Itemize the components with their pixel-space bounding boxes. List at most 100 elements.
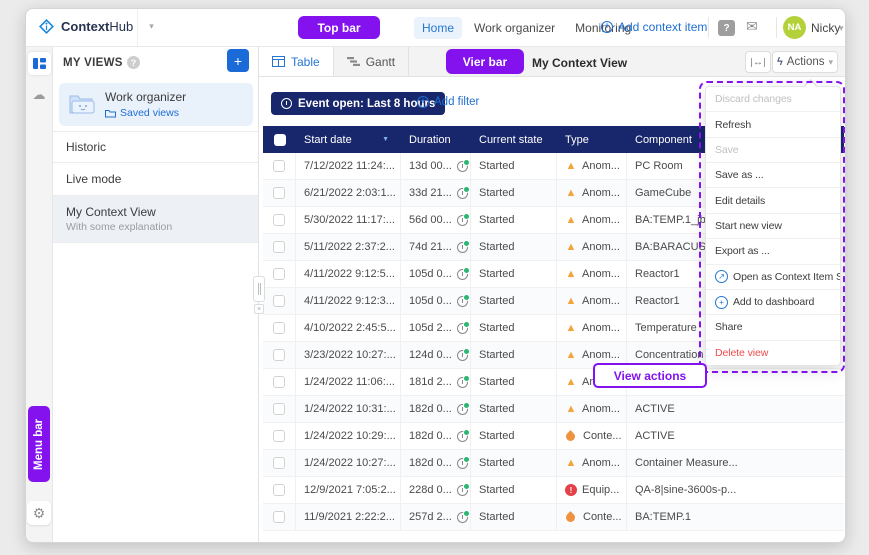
add-filter-button[interactable]: + Add filter xyxy=(417,96,479,108)
row-checkbox[interactable] xyxy=(273,295,285,307)
cell-duration: 56d 00... xyxy=(409,214,452,226)
row-checkbox[interactable] xyxy=(273,457,285,469)
cell-duration: 181d 2... xyxy=(409,376,452,388)
cloud-upload-button[interactable]: ☁ xyxy=(26,87,52,103)
folder-icon xyxy=(105,109,116,118)
cell-type: Anom... xyxy=(582,457,620,469)
fit-width-icon: ↔ xyxy=(751,58,765,67)
row-checkbox[interactable] xyxy=(273,187,285,199)
cell-type: Conte... xyxy=(583,511,622,523)
cell-type: Anom... xyxy=(582,160,620,172)
select-all-checkbox[interactable] xyxy=(274,134,286,146)
tab-label: Table xyxy=(291,55,320,69)
menu-item-open-as-context-item-search[interactable]: ↗ Open as Context Item Search xyxy=(706,265,840,290)
cell-type: Anom... xyxy=(582,322,620,334)
nav-item-home[interactable]: Home xyxy=(414,17,462,39)
saved-views-link[interactable]: Saved views xyxy=(105,107,179,119)
table-row[interactable]: 11/9/2021 2:22:2... 257d 2... Started Co… xyxy=(263,504,844,531)
menu-item-share[interactable]: Share xyxy=(706,315,840,340)
row-checkbox[interactable] xyxy=(273,484,285,496)
views-rail-button[interactable] xyxy=(28,52,51,75)
column-type[interactable]: Type xyxy=(557,126,627,153)
type-icon xyxy=(565,268,577,280)
help-button[interactable]: ? xyxy=(718,20,735,36)
type-icon xyxy=(565,484,577,496)
cell-current-state: Started xyxy=(471,369,557,395)
table-row[interactable]: 1/24/2022 10:31:... 182d 0... Started An… xyxy=(263,396,844,423)
cell-type: Anom... xyxy=(582,214,620,226)
tab-table[interactable]: Table xyxy=(259,47,334,76)
menu-item-refresh[interactable]: Refresh xyxy=(706,112,840,137)
row-checkbox[interactable] xyxy=(273,511,285,523)
menu-item-export-as[interactable]: Export as ... xyxy=(706,239,840,264)
saved-views-card[interactable]: Work organizer Saved views xyxy=(59,83,253,126)
timer-icon xyxy=(457,188,468,199)
cell-type: Conte... xyxy=(583,430,622,442)
sidebar-item-my-context-view[interactable]: My Context View With some explanation xyxy=(53,196,258,243)
user-menu-chevron-icon[interactable]: ▾ xyxy=(839,23,844,34)
table-row[interactable]: 1/24/2022 10:27:... 182d 0... Started An… xyxy=(263,450,844,477)
tab-gantt[interactable]: Gantt xyxy=(334,47,409,76)
actions-button-label: Actions xyxy=(787,56,825,68)
sidebar-resize-handle[interactable] xyxy=(253,276,265,302)
row-checkbox[interactable] xyxy=(273,214,285,226)
cell-component: ACTIVE xyxy=(627,423,844,449)
menu-item-add-to-dashboard[interactable]: + Add to dashboard xyxy=(706,290,840,315)
cell-start-date: 5/30/2022 11:17:... xyxy=(296,207,401,233)
menu-item-delete-view[interactable]: Delete view xyxy=(706,341,840,365)
row-checkbox[interactable] xyxy=(273,430,285,442)
table-row[interactable]: 1/24/2022 10:29:... 182d 0... Started Co… xyxy=(263,423,844,450)
chevron-down-icon[interactable]: ▾ xyxy=(149,21,154,32)
add-context-item-button[interactable]: + Add context item xyxy=(601,20,707,34)
menu-item-start-new-view[interactable]: Start new view xyxy=(706,214,840,239)
sidebar-item-live-mode[interactable]: Live mode xyxy=(53,163,258,196)
fit-width-button[interactable]: ↔ xyxy=(745,51,771,73)
actions-button[interactable]: ϟ Actions ▾ xyxy=(772,51,838,73)
cell-start-date: 4/10/2022 2:45:5... xyxy=(296,315,401,341)
menu-item-save-as[interactable]: Save as ... xyxy=(706,163,840,188)
add-view-button[interactable]: + xyxy=(227,49,249,72)
sidebar-item-historic[interactable]: Historic xyxy=(53,132,258,163)
column-duration[interactable]: Duration xyxy=(401,126,471,153)
table-row[interactable]: 12/9/2021 7:05:2... 228d 0... Started Eq… xyxy=(263,477,844,504)
annotation-vier-bar: Vier bar xyxy=(446,49,524,74)
menu-item-edit-details[interactable]: Edit details xyxy=(706,188,840,213)
timer-icon xyxy=(457,404,468,415)
filter-chip-label: Event open: Last 8 hours xyxy=(298,98,435,110)
row-checkbox[interactable] xyxy=(273,376,285,388)
cell-duration: 257d 2... xyxy=(409,511,452,523)
timer-icon xyxy=(457,485,468,496)
cell-current-state: Started xyxy=(471,207,557,233)
row-checkbox[interactable] xyxy=(273,268,285,280)
row-checkbox[interactable] xyxy=(273,349,285,361)
user-name[interactable]: Nicky xyxy=(811,21,840,35)
row-checkbox[interactable] xyxy=(273,403,285,415)
column-current-state[interactable]: Current state xyxy=(471,126,557,153)
column-start-date[interactable]: Start date ▼ xyxy=(296,126,401,153)
sort-desc-icon[interactable]: ▼ xyxy=(382,136,389,143)
view-toolbar: Table Gantt Vier bar My Context View ↔ ϟ… xyxy=(259,47,845,77)
saved-card-title: Work organizer xyxy=(105,90,186,104)
row-checkbox[interactable] xyxy=(273,241,285,253)
type-icon xyxy=(565,160,577,172)
cell-start-date: 12/9/2021 7:05:2... xyxy=(296,477,401,503)
timer-icon xyxy=(457,458,468,469)
type-icon xyxy=(565,322,577,334)
sidebar-help-icon[interactable]: ? xyxy=(127,56,140,69)
type-icon xyxy=(564,511,577,524)
cell-type: Equip... xyxy=(582,484,619,496)
row-checkbox[interactable] xyxy=(273,160,285,172)
sidebar-collapse-button[interactable]: × xyxy=(254,304,264,314)
type-icon xyxy=(565,376,577,388)
messages-button[interactable]: ✉ xyxy=(746,18,758,35)
contexthub-logo-icon xyxy=(38,18,55,35)
nav-item-work-organizer[interactable]: Work organizer xyxy=(466,17,563,39)
row-checkbox[interactable] xyxy=(273,322,285,334)
cell-start-date: 5/11/2022 2:37:2... xyxy=(296,234,401,260)
table-row[interactable]: 1/24/2022 11:06:... 181d 2... Started An… xyxy=(263,369,844,396)
settings-button[interactable]: ⚙ xyxy=(27,501,51,525)
cell-current-state: Started xyxy=(471,396,557,422)
divider xyxy=(708,17,709,38)
add-filter-label: Add filter xyxy=(434,96,479,108)
avatar[interactable]: NA xyxy=(783,16,806,39)
